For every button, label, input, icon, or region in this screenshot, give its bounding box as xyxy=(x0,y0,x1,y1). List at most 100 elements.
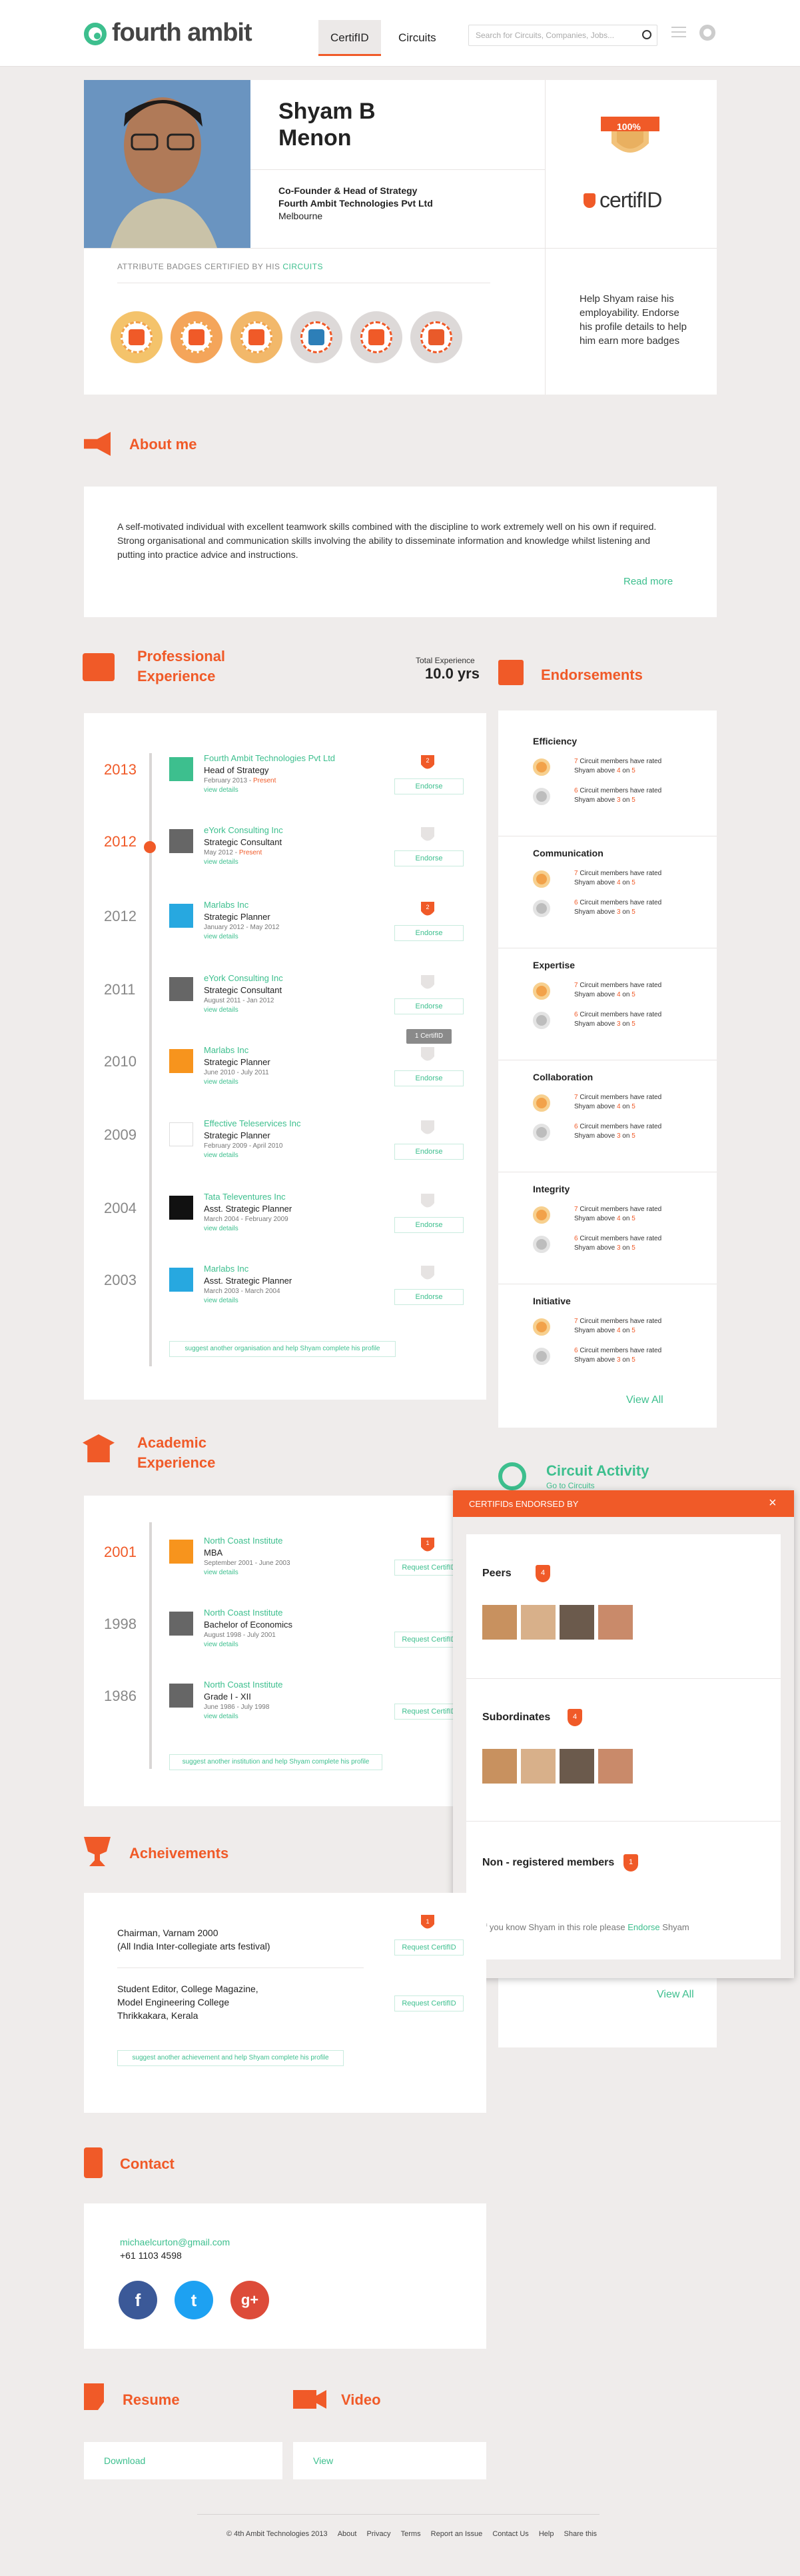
academic-title: Academic Experience xyxy=(137,1433,215,1473)
popup-close-icon[interactable]: × xyxy=(769,1496,777,1511)
endorse-button[interactable]: Endorse xyxy=(394,998,464,1014)
tab-certifid[interactable]: CertifID xyxy=(318,20,381,56)
view-details-link[interactable]: view details xyxy=(204,786,238,794)
settings-icon[interactable] xyxy=(699,25,715,41)
company-logo xyxy=(169,1049,193,1073)
popup-body: Peers 4 Subordinates 4 Non - registered … xyxy=(466,1534,781,1959)
view-details-link[interactable]: view details xyxy=(204,1078,238,1086)
request-certifid-button[interactable]: Request CertifID xyxy=(394,1995,464,2011)
company-name-link[interactable]: Effective Teleservices Inc xyxy=(204,1118,300,1128)
certifid-count-icon xyxy=(420,974,435,992)
badge-icon[interactable] xyxy=(350,311,402,363)
avatar[interactable] xyxy=(521,1605,556,1640)
search-input[interactable]: Search for Circuits, Companies, Jobs... xyxy=(468,25,657,46)
view-details-link[interactable]: view details xyxy=(204,1152,238,1159)
academic-title-line2: Experience xyxy=(137,1454,216,1471)
footer-divider xyxy=(197,2514,600,2515)
rating-text: Circuit members have rated xyxy=(578,758,662,765)
endorse-button[interactable]: Endorse xyxy=(394,1289,464,1305)
logo-icon[interactable] xyxy=(84,23,107,45)
avatar[interactable] xyxy=(598,1749,633,1784)
avatar[interactable] xyxy=(560,1605,594,1640)
menu-icon[interactable] xyxy=(671,27,686,37)
view-details-link[interactable]: view details xyxy=(204,1713,238,1720)
avatar[interactable] xyxy=(482,1749,517,1784)
job-role: Strategic Planner xyxy=(204,912,270,922)
rating-text: Shyam above xyxy=(574,1132,617,1140)
company-name-link[interactable]: eYork Consulting Inc xyxy=(204,973,283,983)
logo-text[interactable]: fourth ambit xyxy=(112,19,252,47)
footer-link-privacy[interactable]: Privacy xyxy=(367,2530,391,2538)
popup-header: CERTIFIDs ENDORSED BY × xyxy=(453,1490,794,1517)
institution-name-link[interactable]: North Coast Institute xyxy=(204,1536,283,1546)
endorse-button[interactable]: Endorse xyxy=(394,1070,464,1086)
rating-medal-icon xyxy=(533,788,550,805)
academic-timeline-line xyxy=(149,1522,152,1769)
footer-link-contact[interactable]: Contact Us xyxy=(492,2530,528,2538)
endorsement-category: Integrity xyxy=(533,1184,570,1194)
view-details-link[interactable]: view details xyxy=(204,858,238,866)
badge-icon[interactable] xyxy=(111,311,163,363)
badge-icon[interactable] xyxy=(171,311,222,363)
rating-medal-icon xyxy=(533,1236,550,1253)
badge-icon[interactable] xyxy=(410,311,462,363)
avatar[interactable] xyxy=(521,1749,556,1784)
view-details-link[interactable]: view details xyxy=(204,1569,238,1576)
google-plus-icon[interactable]: g+ xyxy=(230,2281,269,2319)
institution-name-link[interactable]: North Coast Institute xyxy=(204,1608,283,1618)
footer-link-share[interactable]: Share this xyxy=(564,2530,598,2538)
avatar[interactable] xyxy=(560,1749,594,1784)
facebook-icon[interactable]: f xyxy=(119,2281,157,2319)
view-details-link[interactable]: view details xyxy=(204,1225,238,1232)
company-name-link[interactable]: eYork Consulting Inc xyxy=(204,825,283,835)
view-details-link[interactable]: view details xyxy=(204,933,238,940)
request-certifid-button[interactable]: Request CertifID xyxy=(394,1939,464,1955)
company-name-link[interactable]: Tata Televentures Inc xyxy=(204,1192,286,1202)
twitter-icon[interactable]: t xyxy=(175,2281,213,2319)
footer-link-terms[interactable]: Terms xyxy=(401,2530,421,2538)
tab-circuits[interactable]: Circuits xyxy=(386,20,448,56)
timeline-year: 2003 xyxy=(104,1272,137,1288)
endorse-button[interactable]: Endorse xyxy=(394,1144,464,1160)
view-details-link[interactable]: view details xyxy=(204,1641,238,1648)
view-video-link[interactable]: View xyxy=(313,2455,333,2466)
endorsement-rating: 7 Circuit members have rated Shyam above … xyxy=(574,1317,661,1336)
view-details-link[interactable]: view details xyxy=(204,1006,238,1014)
company-name-link[interactable]: Fourth Ambit Technologies Pvt Ltd xyxy=(204,753,335,763)
footer-link-about[interactable]: About xyxy=(338,2530,357,2538)
footer-link-report[interactable]: Report an Issue xyxy=(431,2530,483,2538)
institution-name-link[interactable]: North Coast Institute xyxy=(204,1680,283,1690)
thumbs-up-icon xyxy=(498,660,524,685)
badge-icon[interactable] xyxy=(230,311,282,363)
company-name-link[interactable]: Marlabs Inc xyxy=(204,1045,248,1055)
rating-medal-icon xyxy=(533,900,550,917)
read-more-link[interactable]: Read more xyxy=(623,576,673,587)
download-resume-link[interactable]: Download xyxy=(104,2455,145,2466)
popup-endorse-link[interactable]: Endorse xyxy=(627,1922,659,1932)
endorse-button[interactable]: Endorse xyxy=(394,850,464,866)
avatar[interactable] xyxy=(598,1605,633,1640)
footer-link-help[interactable]: Help xyxy=(539,2530,554,2538)
avatar[interactable] xyxy=(482,1605,517,1640)
endorse-button[interactable]: Endorse xyxy=(394,925,464,941)
endorsements-view-all[interactable]: View All xyxy=(626,1394,663,1406)
achievement-divider xyxy=(117,1967,364,1968)
endorse-button[interactable]: Endorse xyxy=(394,1217,464,1233)
company-name-link[interactable]: Marlabs Inc xyxy=(204,900,248,910)
circuit-view-all[interactable]: View All xyxy=(657,1989,694,2001)
view-details-link[interactable]: view details xyxy=(204,1297,238,1304)
suggest-organisation-button[interactable]: suggest another organisation and help Sh… xyxy=(169,1341,396,1357)
suggest-institution-button[interactable]: suggest another institution and help Shy… xyxy=(169,1754,382,1770)
go-to-circuits-link[interactable]: Go to Circuits xyxy=(546,1481,595,1490)
rating-text: Shyam above xyxy=(574,879,617,886)
contact-email[interactable]: michaelcurton@gmail.com xyxy=(120,2237,230,2247)
badge-icon[interactable] xyxy=(290,311,342,363)
endorse-button[interactable]: Endorse xyxy=(394,778,464,794)
trophy-icon xyxy=(84,1837,111,1866)
footer-copyright: © 4th Ambit Technologies 2013 xyxy=(226,2530,328,2538)
company-name-link[interactable]: Marlabs Inc xyxy=(204,1264,248,1274)
timeline-year: 2004 xyxy=(104,1200,137,1216)
search-icon[interactable] xyxy=(642,30,651,39)
suggest-achievement-button[interactable]: suggest another achievement and help Shy… xyxy=(117,2050,344,2066)
badges-circuits-link[interactable]: CIRCUITS xyxy=(282,262,323,271)
